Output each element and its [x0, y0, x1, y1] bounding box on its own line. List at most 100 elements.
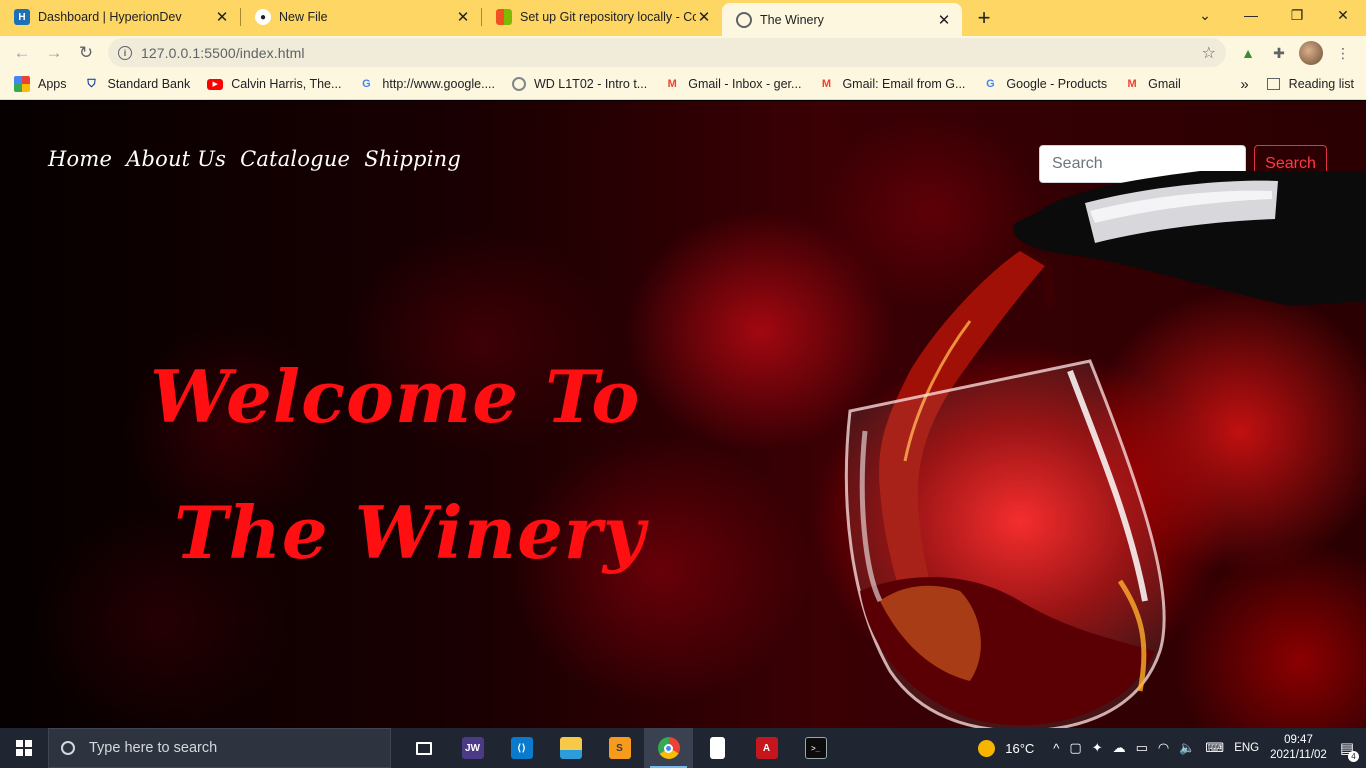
profile-avatar[interactable] [1299, 41, 1323, 65]
onedrive-cloud-icon[interactable]: ☁ [1113, 740, 1126, 756]
weather-sun-icon[interactable] [978, 739, 996, 757]
browser-toolbar: ← → ↻ i 127.0.0.1:5500/index.html ☆ ▲ ✚ … [0, 36, 1366, 69]
hyperiondev-icon: H [14, 9, 30, 25]
clock[interactable]: 09:47 2021/11/02 [1270, 733, 1327, 763]
tab-new-file[interactable]: ● New File ✕ [241, 1, 481, 33]
system-tray: 16°C ^ ▢ ✦ ☁ ▭ ◠ 🔈 ⌨ ENG 09:47 2021/11/0… [973, 728, 1366, 768]
chrome-icon[interactable] [644, 728, 693, 768]
notifications-icon[interactable]: ▤ 4 [1340, 739, 1359, 762]
shield-icon: ⛉ [87, 77, 96, 90]
close-tab-icon[interactable]: ✕ [696, 8, 712, 26]
nav-shipping-link[interactable]: Shipping [364, 147, 461, 171]
back-arrow-icon[interactable]: ← [6, 38, 38, 68]
youtube-icon: ▶ [207, 78, 224, 90]
reading-list-button[interactable]: Reading list [1289, 77, 1354, 91]
bookmark-google-products[interactable]: G Google - Products [982, 76, 1107, 92]
wifi-icon[interactable]: ◠ [1158, 740, 1169, 756]
close-tab-icon[interactable]: ✕ [936, 11, 952, 29]
tab-title: Set up Git repository locally - Co [520, 10, 696, 24]
bookmark-calvin-harris[interactable]: ▶ Calvin Harris, The... [207, 77, 341, 91]
terminal-icon[interactable]: >_ [791, 728, 840, 768]
language-indicator[interactable]: ENG [1234, 742, 1259, 754]
taskbar-search-box[interactable]: Type here to search [48, 728, 391, 768]
nav-about-link[interactable]: About Us [126, 147, 226, 171]
battery-icon[interactable]: ▭ [1136, 740, 1148, 756]
github-icon: ● [255, 9, 271, 25]
weather-temperature[interactable]: 16°C [1005, 741, 1034, 756]
windows-taskbar: Type here to search JW ⟨⟩ S A >_ 16°C ^ … [0, 728, 1366, 768]
bookmark-gmail-email[interactable]: M Gmail: Email from G... [818, 76, 966, 92]
minimize-icon[interactable]: — [1228, 0, 1274, 30]
taskbar-apps: JW ⟨⟩ S A >_ [399, 728, 840, 768]
bookmark-star-icon[interactable]: ☆ [1202, 43, 1216, 63]
file-explorer-icon[interactable] [546, 728, 595, 768]
jw-player-icon[interactable]: JW [448, 728, 497, 768]
bookmark-label: Apps [38, 77, 67, 91]
window-controls: ⌄ — ❐ ✕ [1182, 0, 1366, 30]
bookmark-label: Standard Bank [107, 77, 191, 91]
chevron-up-icon[interactable]: ^ [1053, 741, 1059, 756]
site-nav: Home About Us Catalogue Shipping [48, 147, 461, 171]
clock-time: 09:47 [1284, 734, 1313, 746]
globe-icon [736, 11, 752, 28]
wine-pour-image [844, 171, 1366, 728]
close-window-icon[interactable]: ✕ [1320, 0, 1366, 30]
search-icon [61, 741, 75, 755]
new-tab-button[interactable]: + [968, 2, 1000, 34]
tab-title: The Winery [760, 12, 824, 27]
bookmark-gmail[interactable]: M Gmail [1124, 76, 1181, 92]
touch-keyboard-icon[interactable]: ⌨ [1205, 740, 1224, 756]
tab-git-setup[interactable]: Set up Git repository locally - Co ✕ [482, 1, 722, 33]
bookmark-google-link[interactable]: G http://www.google.... [358, 76, 495, 92]
html-extension-icon[interactable]: ▲ [1236, 41, 1260, 65]
bookmark-apps[interactable]: Apps [14, 76, 67, 92]
address-bar[interactable]: i 127.0.0.1:5500/index.html ☆ [108, 38, 1226, 67]
menu-kebab-icon[interactable]: ⋮ [1331, 41, 1355, 65]
volume-icon[interactable]: 🔈 [1179, 740, 1195, 756]
bookmark-label: Calvin Harris, The... [231, 77, 342, 91]
bookmark-gmail-inbox[interactable]: M Gmail - Inbox - ger... [664, 76, 802, 92]
task-view-icon[interactable] [399, 728, 448, 768]
bookmark-label: Gmail - Inbox - ger... [688, 77, 802, 91]
nav-home-link[interactable]: Home [48, 147, 112, 171]
bookmarks-right: » Reading list [1240, 76, 1354, 93]
hero-title: Welcome To The Winery [150, 329, 670, 601]
tab-hyperiondev[interactable]: H Dashboard | HyperionDev ✕ [0, 1, 240, 33]
tab-search-chevron-icon[interactable]: ⌄ [1182, 0, 1228, 30]
url-text: 127.0.0.1:5500/index.html [141, 44, 305, 61]
hero-line-2: The Winery [174, 490, 646, 575]
bookmark-wd-l1t02[interactable]: WD L1T02 - Intro t... [511, 77, 647, 91]
sublime-text-icon[interactable]: S [595, 728, 644, 768]
nav-catalogue-link[interactable]: Catalogue [240, 147, 350, 171]
microsoft-icon [496, 9, 512, 25]
dropbox-icon[interactable]: ✦ [1092, 740, 1103, 756]
globe-icon [511, 77, 526, 91]
bookmark-label: http://www.google.... [382, 77, 495, 91]
google-icon: G [986, 78, 995, 90]
close-tab-icon[interactable]: ✕ [214, 8, 230, 26]
reload-icon[interactable]: ↻ [70, 38, 102, 68]
gmail-icon: M [667, 78, 677, 90]
bookmark-standard-bank[interactable]: ⛉ Standard Bank [84, 76, 191, 92]
extensions-puzzle-icon[interactable]: ✚ [1267, 41, 1291, 65]
tab-the-winery[interactable]: The Winery ✕ [722, 3, 962, 36]
tab-title: Dashboard | HyperionDev [38, 10, 182, 24]
meet-now-icon[interactable]: ▢ [1069, 740, 1081, 756]
bookmarks-overflow-icon[interactable]: » [1240, 76, 1248, 93]
windows-start-icon[interactable] [0, 728, 48, 768]
gmail-icon: M [821, 78, 832, 90]
close-tab-icon[interactable]: ✕ [455, 8, 471, 26]
bookmark-label: Gmail [1148, 77, 1181, 91]
vscode-icon[interactable]: ⟨⟩ [497, 728, 546, 768]
wine-glass [844, 359, 1166, 728]
gmail-icon: M [1127, 78, 1137, 90]
apps-grid-icon [14, 76, 30, 92]
file-icon[interactable] [693, 728, 742, 768]
wine-bottle [1013, 171, 1366, 309]
reading-list-icon [1266, 78, 1280, 90]
acrobat-icon[interactable]: A [742, 728, 791, 768]
forward-arrow-icon[interactable]: → [38, 38, 70, 68]
browser-tabstrip: H Dashboard | HyperionDev ✕ ● New File ✕… [0, 0, 1366, 36]
restore-icon[interactable]: ❐ [1274, 0, 1320, 30]
site-info-icon[interactable]: i [118, 45, 132, 60]
